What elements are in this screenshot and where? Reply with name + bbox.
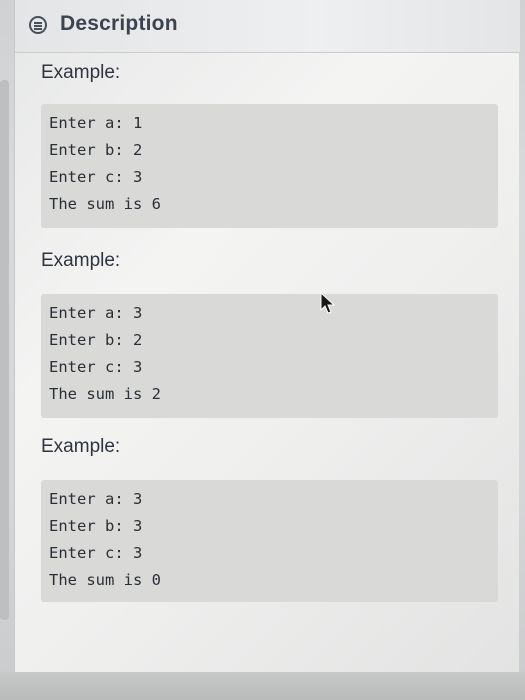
description-header[interactable]: Description <box>15 0 520 53</box>
mouse-cursor-icon <box>320 292 336 314</box>
code-line: Enter b: 2 <box>49 331 143 349</box>
description-title: Description <box>60 12 178 35</box>
code-line: Enter a: 3 <box>49 490 143 508</box>
vertical-scrollbar[interactable] <box>0 80 9 620</box>
example-label-2: Example: <box>41 250 121 271</box>
example-code-block-1: Enter a: 1 Enter b: 2 Enter c: 3 The sum… <box>41 104 498 228</box>
code-line: Enter a: 3 <box>49 304 143 322</box>
code-line: Enter c: 3 <box>49 544 143 562</box>
code-line: Enter a: 1 <box>49 114 143 132</box>
code-line: The sum is 2 <box>49 385 161 403</box>
code-line: Enter b: 2 <box>49 141 143 159</box>
description-icon <box>29 16 47 34</box>
example-code-block-2: Enter a: 3 Enter b: 2 Enter c: 3 The sum… <box>41 294 498 418</box>
code-line: Enter c: 3 <box>49 358 143 376</box>
code-line: Enter b: 3 <box>49 517 143 535</box>
example-code-block-3: Enter a: 3 Enter b: 3 Enter c: 3 The sum… <box>41 480 498 602</box>
code-line: The sum is 6 <box>49 195 161 213</box>
code-line: Enter c: 3 <box>49 168 143 186</box>
bottom-edge <box>0 672 525 700</box>
example-label-1: Example: <box>41 62 121 83</box>
example-label-3: Example: <box>41 436 121 457</box>
description-panel: Description Example: Enter a: 1 Enter b:… <box>14 0 520 672</box>
code-line: The sum is 0 <box>49 571 161 589</box>
